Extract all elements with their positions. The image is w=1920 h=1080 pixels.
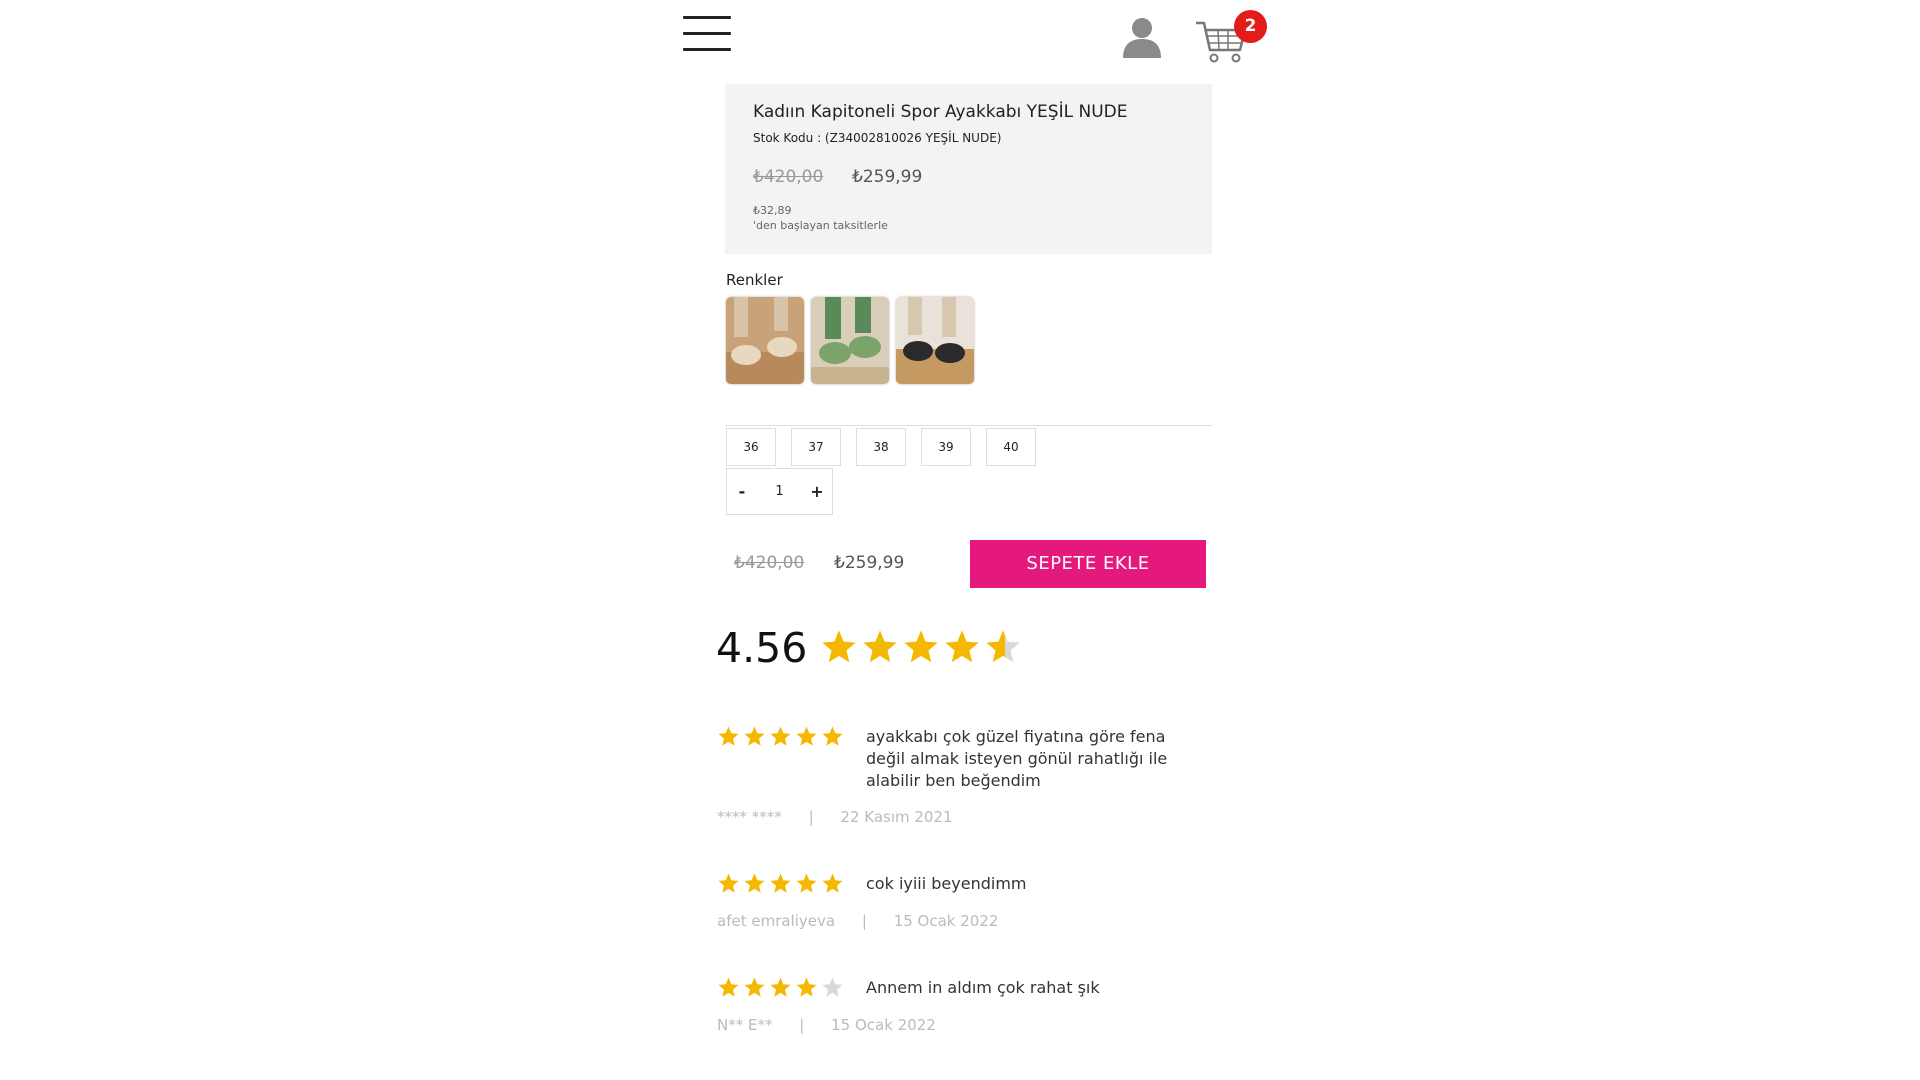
review-stars	[717, 725, 847, 752]
hamburger-line	[683, 48, 731, 51]
review-date: 15 Ocak 2022	[831, 1016, 936, 1034]
add-to-cart-button[interactable]: SEPETE EKLE	[970, 540, 1206, 588]
star-icon	[863, 630, 897, 663]
quantity-stepper: - 1 +	[726, 468, 833, 515]
buy-bar-old-price: ₺420,00	[734, 553, 805, 573]
star-icon	[770, 977, 791, 997]
star-icon	[718, 977, 739, 997]
review-separator: |	[808, 808, 814, 826]
color-swatch-beige[interactable]	[726, 297, 804, 384]
installment-text: 'den başlayan taksitlerle	[753, 219, 888, 232]
star-icon	[822, 977, 843, 997]
review-author: **** ****	[717, 808, 782, 826]
review-text: Annem in aldım çok rahat şık	[866, 977, 1100, 999]
hamburger-icon	[683, 16, 731, 19]
colors-heading: Renkler	[726, 271, 783, 289]
star-icon	[904, 630, 938, 663]
review-separator: |	[799, 1016, 805, 1034]
size-option[interactable]: 37	[791, 428, 841, 466]
installment-amount: ₺32,89	[753, 204, 792, 217]
star-icon	[744, 726, 765, 746]
review-text-line: değil almak isteyen gönül rahatlığı ile	[866, 749, 1168, 768]
review-author: N** E**	[717, 1016, 773, 1034]
size-option[interactable]: 38	[856, 428, 906, 466]
star-icon	[822, 726, 843, 746]
star-icon	[770, 726, 791, 746]
green-sneaker-image	[811, 297, 889, 384]
review-text: ayakkabı çok güzel fiyatına göre fena de…	[866, 726, 1167, 792]
size-option[interactable]: 36	[726, 428, 776, 466]
hamburger-line	[683, 32, 731, 35]
review-author: afet emraliyeva	[717, 912, 836, 930]
star-icon	[796, 977, 817, 997]
star-icon	[770, 873, 791, 893]
review-stars	[717, 976, 847, 1003]
old-price: ₺420,00	[753, 167, 824, 187]
sale-price: ₺259,99	[852, 167, 923, 187]
review-meta: **** **** | 22 Kasım 2021	[717, 808, 953, 826]
star-icon	[718, 873, 739, 893]
beige-sneaker-image	[726, 297, 804, 384]
review-text: cok iyiii beyendimm	[866, 873, 1027, 895]
color-swatch-green[interactable]	[811, 297, 889, 384]
star-icon	[744, 977, 765, 997]
star-icon	[718, 726, 739, 746]
rating-score: 4.56	[716, 624, 808, 672]
review-text-line: Annem in aldım çok rahat şık	[866, 978, 1100, 997]
stock-code: Stok Kodu : (Z34002810026 YEŞİL NUDE)	[753, 131, 1002, 145]
product-title: Kadıın Kapitoneli Spor Ayakkabı YEŞİL NU…	[753, 102, 1128, 122]
buy-bar-sale-price: ₺259,99	[834, 553, 905, 573]
color-swatch-black[interactable]	[896, 297, 974, 384]
decrease-quantity-button[interactable]: -	[727, 469, 757, 514]
rating-stars	[820, 628, 1025, 668]
user-icon	[1123, 18, 1161, 58]
divider	[725, 425, 1212, 426]
review-text-line: alabilir ben beğendim	[866, 771, 1041, 790]
black-sneaker-image	[896, 297, 974, 384]
review-separator: |	[861, 912, 867, 930]
size-option[interactable]: 40	[986, 428, 1036, 466]
review-stars	[717, 872, 847, 899]
increase-quantity-button[interactable]: +	[802, 469, 832, 514]
review-text-line: ayakkabı çok güzel fiyatına göre fena	[866, 727, 1166, 746]
star-icon	[822, 873, 843, 893]
review-date: 15 Ocak 2022	[893, 912, 999, 930]
star-icon	[945, 630, 979, 663]
star-icon	[986, 630, 1020, 663]
star-icon	[822, 630, 856, 663]
star-icon	[744, 873, 765, 893]
cart-count-badge: 2	[1234, 10, 1267, 43]
account-button[interactable]	[1121, 16, 1163, 58]
review-meta: afet emraliyeva | 15 Ocak 2022	[717, 912, 998, 930]
quantity-value[interactable]: 1	[757, 469, 802, 514]
star-icon	[796, 873, 817, 893]
star-icon	[796, 726, 817, 746]
review-meta: N** E** | 15 Ocak 2022	[717, 1016, 936, 1034]
review-text-line: cok iyiii beyendimm	[866, 874, 1027, 893]
cart-button[interactable]: 2	[1194, 10, 1267, 63]
review-date: 22 Kasım 2021	[840, 808, 953, 826]
menu-button[interactable]	[683, 16, 731, 52]
size-option[interactable]: 39	[921, 428, 971, 466]
